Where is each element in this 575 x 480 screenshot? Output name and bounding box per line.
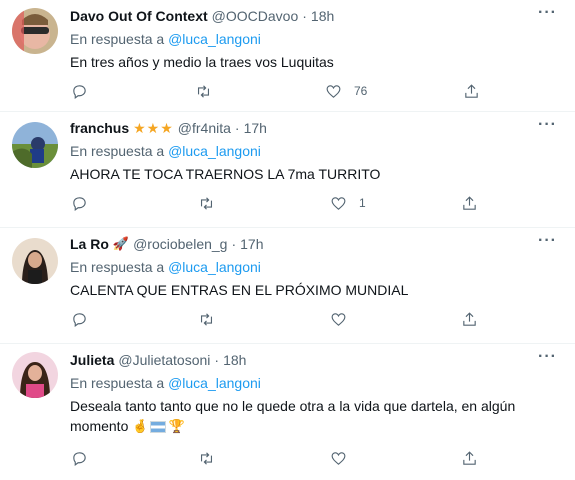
reply-icon [73,84,86,99]
avatar[interactable] [12,352,58,398]
like-button[interactable] [330,311,347,328]
tweet-text: En tres años y medio la traes vos Luquit… [70,54,334,70]
retweet-button[interactable] [198,311,215,328]
reply-prefix: En respuesta a [70,375,165,391]
retweet-button[interactable] [195,83,212,100]
share-button[interactable] [461,450,478,467]
timestamp[interactable]: 17h [240,236,263,252]
share-button[interactable] [463,83,480,100]
reply-button[interactable] [71,195,88,212]
star-badge: ★★★ [133,120,174,136]
avatar[interactable] [12,238,58,284]
retweet-icon [200,312,213,326]
share-button[interactable] [461,311,478,328]
user-handle[interactable]: @fr4nita [178,120,231,136]
reply-context: En respuesta a @luca_langoni [70,258,563,276]
more-icon[interactable]: ··· [538,233,557,249]
retweet-button[interactable] [198,450,215,467]
retweet-icon [200,196,213,210]
reply-icon [73,312,86,327]
separator-dot: · [234,120,240,136]
user-handle[interactable]: @Julietatosoni [118,352,210,368]
heart-icon [331,196,346,210]
crossed-fingers-icon: 🤞 [132,419,149,435]
tweet[interactable]: La Ro 🚀 @rociobelen_g · 17h ··· En respu… [0,228,575,344]
heart-icon [331,312,346,326]
tweet-header: franchus ★★★ @fr4nita · 17h [70,118,563,138]
share-icon [463,451,476,465]
share-icon [463,195,476,210]
timestamp[interactable]: 18h [311,8,334,24]
reply-button[interactable] [71,311,88,328]
reply-icon [73,196,86,211]
rocket-icon: 🚀 [112,236,130,252]
like-button[interactable]: 76 [325,83,367,100]
reply-to-link[interactable]: @luca_langoni [168,31,261,47]
user-handle[interactable]: @rociobelen_g [133,236,227,252]
reply-to-link[interactable]: @luca_langoni [168,259,261,275]
trophy-icon: 🏆 [168,419,185,435]
heart-icon [331,452,346,465]
retweet-icon [197,84,210,98]
display-name[interactable]: Julieta [70,352,114,368]
timestamp[interactable]: 18h [223,352,246,368]
like-button[interactable]: 1 [330,195,366,212]
reply-to-link[interactable]: @luca_langoni [168,143,261,159]
reply-context: En respuesta a @luca_langoni [70,142,563,160]
tweet[interactable]: Julieta @Julietatosoni · 18h ··· En resp… [0,344,575,480]
reply-icon [73,452,86,466]
action-bar: 1 [70,193,563,213]
action-bar: 76 [70,81,563,101]
retweet-icon [200,452,213,465]
avatar[interactable] [12,122,58,168]
more-icon[interactable]: ··· [538,5,557,21]
like-button[interactable] [330,450,347,467]
share-button[interactable] [461,195,478,212]
action-bar [70,309,563,329]
reply-button[interactable] [71,450,88,467]
like-count: 1 [359,196,366,210]
reply-context: En respuesta a @luca_langoni [70,374,563,392]
share-icon [463,311,476,326]
tweet-text: AHORA TE TOCA TRAERNOS LA 7ma TURRITO [70,166,381,182]
share-icon [465,83,478,98]
user-handle[interactable]: @OOCDavoo [212,8,299,24]
tweet-text: CALENTA QUE ENTRAS EN EL PRÓXIMO MUNDIAL [70,282,409,298]
avatar[interactable] [12,8,58,54]
separator-dot: · [231,236,237,252]
heart-icon [326,84,341,98]
tweet-header: Davo Out Of Context @OOCDavoo · 18h [70,6,563,26]
tweet-header: La Ro 🚀 @rociobelen_g · 17h [70,234,563,254]
retweet-button[interactable] [198,195,215,212]
like-count: 76 [354,84,368,98]
reply-prefix: En respuesta a [70,31,165,47]
action-bar [70,448,563,468]
display-name[interactable]: franchus [70,120,129,136]
more-icon[interactable]: ··· [538,117,557,133]
display-name[interactable]: Davo Out Of Context [70,8,208,24]
tweet[interactable]: franchus ★★★ @fr4nita · 17h ··· En respu… [0,112,575,228]
display-name[interactable]: La Ro [70,236,109,252]
tweet-feed: Davo Out Of Context @OOCDavoo · 18h ··· … [0,0,575,480]
reply-context: En respuesta a @luca_langoni [70,30,563,48]
tweet-header: Julieta @Julietatosoni · 18h [70,350,563,370]
argentina-flag-icon [150,421,167,434]
separator-dot: · [214,352,220,368]
tweet-text-block: Desealа tanto tanto que no le quede otra… [70,396,563,437]
reply-button[interactable] [71,83,88,100]
reply-to-link[interactable]: @luca_langoni [168,375,261,391]
timestamp[interactable]: 17h [244,120,267,136]
more-icon[interactable]: ··· [538,349,557,365]
reply-prefix: En respuesta a [70,143,165,159]
tweet[interactable]: Davo Out Of Context @OOCDavoo · 18h ··· … [0,0,575,112]
reply-prefix: En respuesta a [70,259,165,275]
separator-dot: · [302,8,307,24]
